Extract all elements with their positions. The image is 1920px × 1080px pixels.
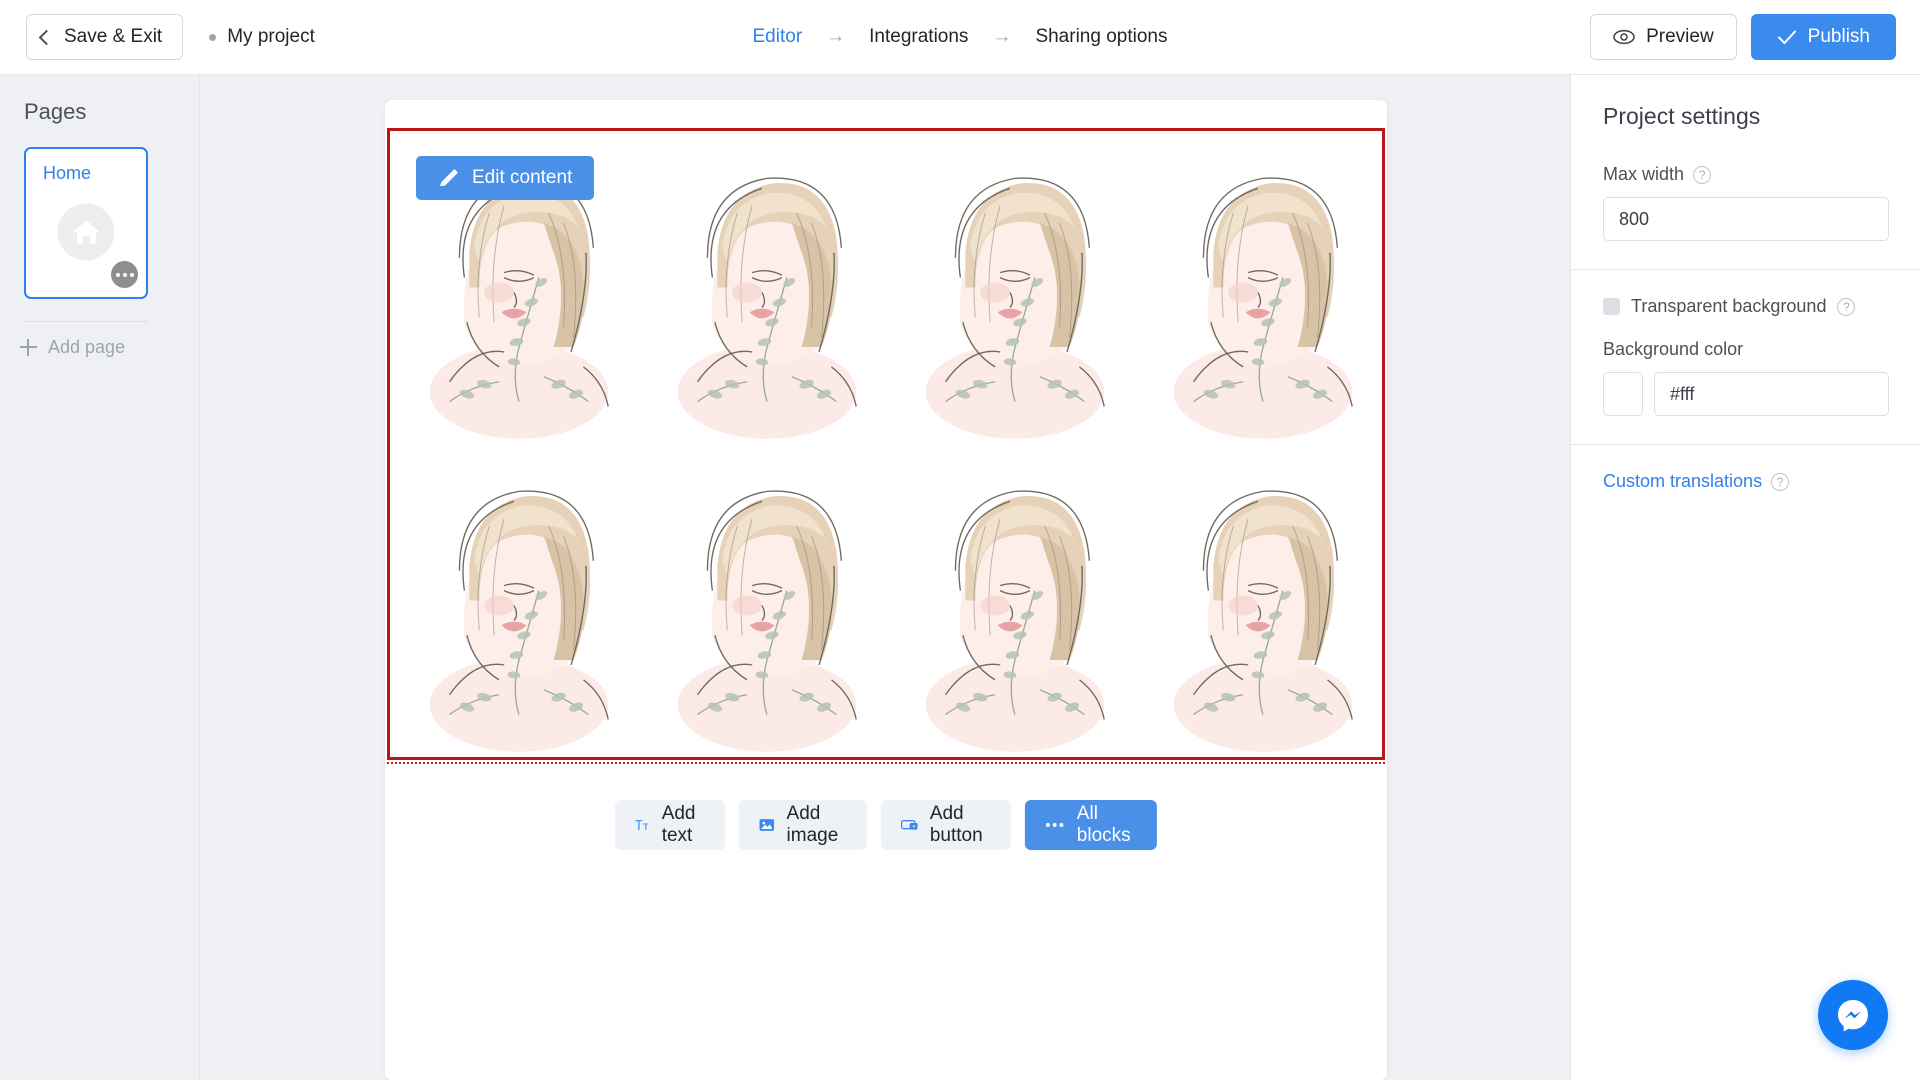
add-button-label: Add button (929, 803, 983, 846)
preview-label: Preview (1646, 26, 1714, 47)
max-width-input[interactable] (1603, 197, 1889, 241)
breadcrumb: Editor → Integrations → Sharing options (753, 26, 1168, 48)
breadcrumb-step-sharing-options[interactable]: Sharing options (1035, 26, 1167, 48)
edit-content-label: Edit content (472, 167, 573, 188)
illustration-image (886, 131, 1134, 444)
transparent-background-checkbox[interactable] (1603, 298, 1620, 315)
sidebar-divider (24, 321, 148, 322)
add-text-button[interactable]: Add text (614, 800, 725, 850)
settings-divider (1571, 269, 1920, 270)
pages-sidebar: Pages Home Add page (0, 75, 200, 1080)
illustration-image (886, 444, 1134, 757)
illustration-image (1134, 131, 1382, 444)
all-blocks-button[interactable]: All blocks (1025, 800, 1158, 850)
home-icon (57, 203, 115, 261)
project-name[interactable]: My project (209, 26, 315, 48)
text-icon (635, 820, 649, 830)
selected-image-block[interactable]: Edit content (387, 128, 1385, 760)
save-and-exit-label: Save & Exit (64, 26, 163, 47)
pages-title: Pages (24, 99, 87, 124)
breadcrumb-arrow-icon: → (826, 26, 846, 47)
illustration-image (638, 444, 886, 757)
edit-content-button[interactable]: Edit content (416, 156, 595, 200)
transparent-background-help-icon[interactable]: ? (1837, 297, 1856, 316)
illustration-image (638, 131, 886, 444)
illustration-image (390, 444, 638, 757)
save-and-exit-button[interactable]: Save & Exit (26, 14, 184, 60)
check-icon (1777, 30, 1796, 44)
project-settings-title: Project settings (1603, 103, 1761, 129)
custom-translations-label: Custom translations (1603, 471, 1763, 491)
background-color-input[interactable] (1654, 372, 1889, 416)
max-width-label: Max width (1603, 164, 1685, 184)
add-button-button[interactable]: Add button (880, 800, 1012, 850)
image-icon (759, 819, 774, 831)
add-block-toolbar: Add text Add image Add button All blocks (614, 800, 1158, 850)
transparent-background-row[interactable]: Transparent background ? (1603, 296, 1888, 317)
add-image-button[interactable]: Add image (738, 800, 867, 850)
sidebar-page-card-home[interactable]: Home (24, 147, 148, 299)
plus-icon (20, 339, 37, 356)
app-header: Save & Exit My project Editor → Integrat… (0, 0, 1920, 75)
settings-divider (1571, 444, 1920, 445)
illustration-image (1134, 444, 1382, 757)
pencil-icon (440, 169, 458, 186)
project-name-label: My project (227, 26, 315, 47)
editor-canvas-area: Edit content Add text Add image Add butt… (200, 75, 1570, 1080)
selection-dotted-underline (387, 762, 1385, 764)
background-color-row (1603, 372, 1889, 416)
project-status-dot-icon (209, 33, 217, 41)
breadcrumb-arrow-icon: → (992, 26, 1012, 47)
breadcrumb-step-editor[interactable]: Editor (753, 26, 803, 48)
project-settings-panel: Project settings Max width ? Transparent… (1570, 75, 1920, 1080)
preview-button[interactable]: Preview (1590, 14, 1737, 60)
custom-translations-help-icon[interactable]: ? (1771, 472, 1790, 491)
page-card-label: Home (43, 163, 92, 183)
custom-translations-link[interactable]: Custom translations ? (1603, 471, 1888, 492)
button-icon (900, 819, 918, 830)
page-options-menu-button[interactable] (111, 261, 138, 288)
chevron-left-icon (38, 29, 55, 45)
ellipsis-icon (1046, 823, 1064, 827)
add-image-label: Add image (786, 803, 839, 846)
image-grid (390, 131, 1382, 757)
page-canvas: Edit content Add text Add image Add butt… (385, 100, 1387, 1080)
publish-label: Publish (1807, 26, 1870, 47)
add-text-label: Add text (661, 803, 696, 846)
max-width-label-row: Max width ? (1603, 164, 1888, 185)
max-width-help-icon[interactable]: ? (1693, 165, 1712, 184)
background-color-label: Background color (1603, 339, 1744, 359)
background-color-swatch[interactable] (1603, 372, 1643, 416)
eye-icon (1613, 29, 1635, 45)
breadcrumb-step-integrations[interactable]: Integrations (869, 26, 968, 48)
add-page-button[interactable]: Add page (20, 337, 199, 358)
header-actions: Preview Publish (1590, 14, 1896, 60)
add-page-label: Add page (48, 337, 126, 357)
all-blocks-label: All blocks (1076, 803, 1131, 846)
publish-button[interactable]: Publish (1750, 14, 1896, 60)
background-color-label-row: Background color (1603, 339, 1888, 360)
transparent-background-label: Transparent background (1631, 296, 1827, 316)
messenger-chat-button[interactable] (1818, 980, 1888, 1050)
messenger-icon (1838, 1000, 1868, 1032)
